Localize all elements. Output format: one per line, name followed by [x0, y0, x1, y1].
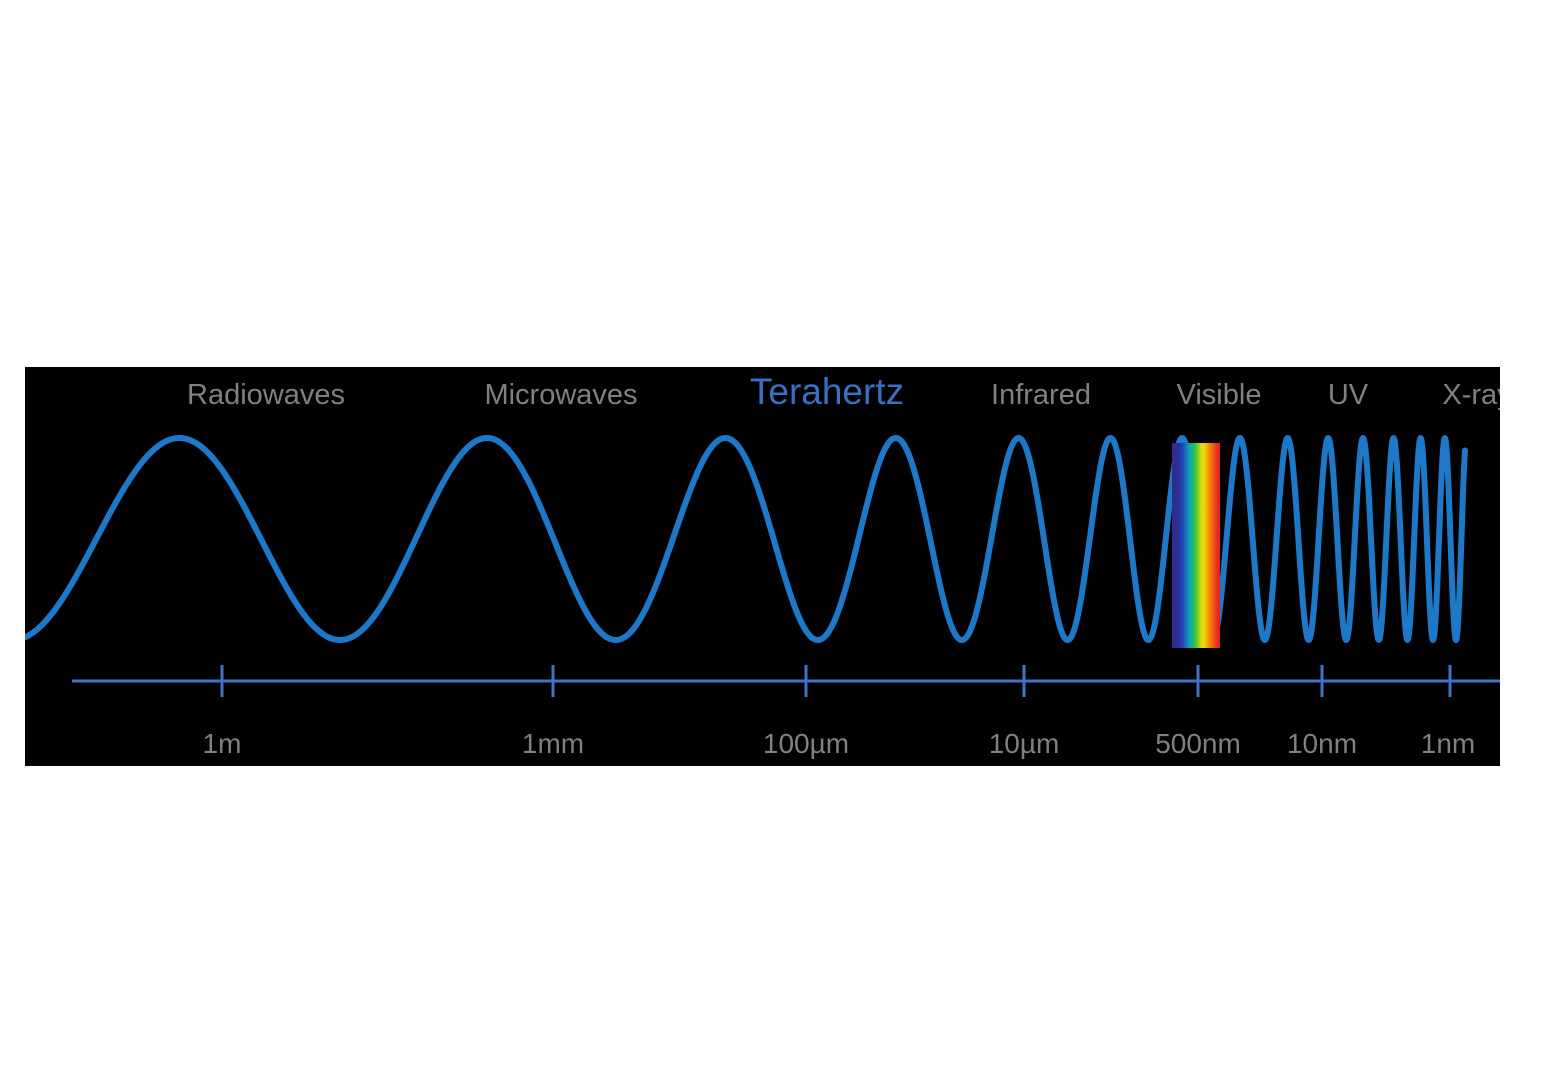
band-label-radiowaves: Radiowaves — [187, 379, 345, 411]
tick-label-1m: 1m — [202, 728, 242, 759]
figure-canvas: Radiowaves Microwaves Terahertz Infrared… — [0, 0, 1564, 1078]
band-label-visible: Visible — [1176, 379, 1262, 411]
tick-label-1mm: 1mm — [521, 728, 585, 759]
waveform-and-axis-svg — [25, 435, 1500, 697]
band-label-terahertz: Terahertz — [749, 371, 905, 412]
tick-label-100um: 100µm — [762, 728, 850, 759]
band-label-uv: UV — [1327, 379, 1369, 411]
tick-label-1nm: 1nm — [1420, 728, 1476, 759]
tick-label-10um: 10µm — [988, 728, 1060, 759]
band-label-microwaves: Microwaves — [484, 379, 638, 411]
visible-light-rainbow — [1172, 443, 1220, 648]
tick-label-10nm: 10nm — [1286, 728, 1358, 759]
band-label-xray: X-ray — [1442, 379, 1500, 411]
spectrum-waveform — [25, 435, 1468, 643]
tick-label-500nm: 500nm — [1155, 728, 1241, 759]
band-label-infrared: Infrared — [991, 379, 1091, 411]
spectrum-panel: Radiowaves Microwaves Terahertz Infrared… — [25, 367, 1500, 766]
